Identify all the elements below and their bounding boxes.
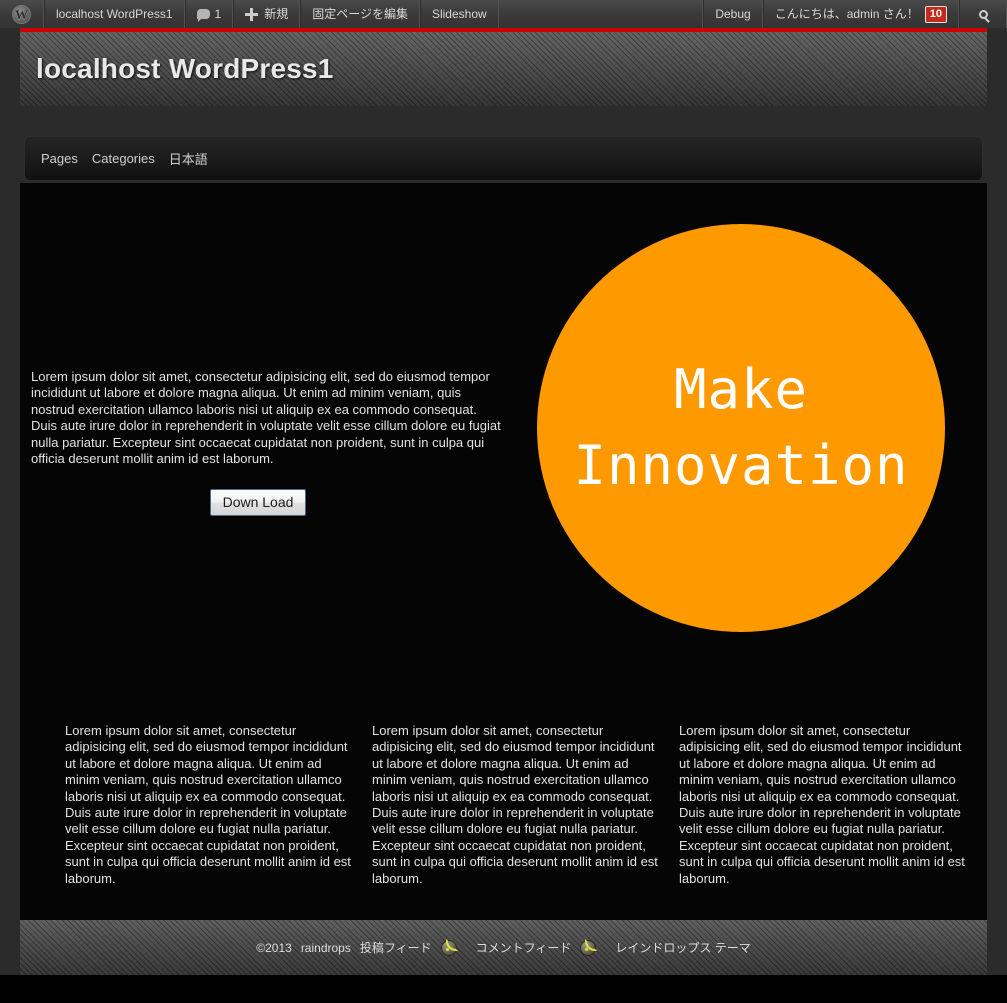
- admin-bar-account[interactable]: こんにちは、admin さん！ 10: [762, 0, 959, 28]
- download-button-wrapper: Down Load: [31, 489, 501, 517]
- footer-comments-feed-label[interactable]: コメントフィード: [476, 939, 572, 956]
- main-navigation: Pages Categories 日本語: [24, 136, 983, 181]
- plus-icon: [245, 7, 259, 21]
- intro-paragraph: Lorem ipsum dolor sit amet, consectetur …: [31, 369, 501, 467]
- admin-bar-edit-page[interactable]: 固定ページを編集: [300, 0, 420, 28]
- site-header: localhost WordPress1: [20, 32, 987, 106]
- footer-posts-feed-label[interactable]: 投稿フィード: [360, 939, 432, 956]
- download-button[interactable]: Down Load: [209, 489, 307, 517]
- footer-theme-label[interactable]: レインドロップス テーマ: [615, 939, 750, 956]
- footer-site-name[interactable]: raindrops: [301, 941, 351, 955]
- wordpress-logo-icon: W: [12, 4, 31, 24]
- nav-item-japanese[interactable]: 日本語: [169, 149, 208, 168]
- admin-bar-site-name[interactable]: localhost WordPress1: [44, 0, 185, 28]
- wordpress-logo-button[interactable]: W: [0, 0, 44, 28]
- admin-bar-site-name-label: localhost WordPress1: [56, 7, 173, 21]
- hero-headline-line2: Innovation: [573, 434, 909, 497]
- intro-block: Lorem ipsum dolor sit amet, consectetur …: [31, 369, 501, 517]
- feature-columns: Lorem ipsum dolor sit amet, consectetur …: [65, 723, 965, 887]
- admin-bar-comments-count: 1: [214, 7, 222, 21]
- admin-bar-slideshow-label: Slideshow: [431, 7, 487, 21]
- footer-content: ©2013 raindrops 投稿フィード コメントフィード レインドロップス…: [256, 938, 751, 956]
- nav-item-pages[interactable]: Pages: [41, 151, 78, 166]
- footer-copyright: ©2013: [256, 940, 292, 955]
- admin-bar-edit-page-label: 固定ページを編集: [312, 7, 408, 21]
- admin-bar-greeting-label: こんにちは、admin さん！: [774, 7, 919, 21]
- page-title[interactable]: localhost WordPress1: [20, 53, 334, 85]
- admin-bar-spacer: [499, 0, 704, 28]
- rss-icon[interactable]: [580, 938, 598, 956]
- main-content: Make Innovation Lorem ipsum dolor sit am…: [20, 183, 987, 920]
- hero-headline-line1: Make: [673, 358, 809, 421]
- comment-bubble-icon: [196, 9, 210, 22]
- admin-bar-new-content[interactable]: 新規: [233, 0, 301, 28]
- admin-bar-slideshow[interactable]: Slideshow: [419, 0, 499, 28]
- admin-bar-comments[interactable]: 1: [184, 0, 234, 28]
- search-icon: [978, 9, 988, 19]
- notification-badge[interactable]: 10: [924, 5, 947, 23]
- admin-bar-search-button[interactable]: [959, 0, 1007, 28]
- admin-bar-new-label: 新規: [264, 7, 289, 21]
- feature-column-3: Lorem ipsum dolor sit amet, consectetur …: [679, 723, 965, 886]
- admin-bar: W localhost WordPress1 1 新規 固定ページを編集 Sli…: [0, 0, 1007, 28]
- admin-bar-debug-label: Debug: [715, 7, 751, 21]
- page-bottom-strip: [0, 975, 1007, 1003]
- nav-item-categories[interactable]: Categories: [92, 151, 155, 166]
- feature-column-2: Lorem ipsum dolor sit amet, consectetur …: [372, 723, 658, 886]
- hero-circle: Make Innovation: [537, 224, 945, 632]
- site-footer: ©2013 raindrops 投稿フィード コメントフィード レインドロップス…: [20, 920, 987, 975]
- page-shell: localhost WordPress1 Pages Categories 日本…: [0, 28, 1007, 1003]
- admin-bar-debug[interactable]: Debug: [703, 0, 763, 28]
- rss-icon[interactable]: [440, 938, 458, 956]
- feature-column-1: Lorem ipsum dolor sit amet, consectetur …: [65, 723, 351, 886]
